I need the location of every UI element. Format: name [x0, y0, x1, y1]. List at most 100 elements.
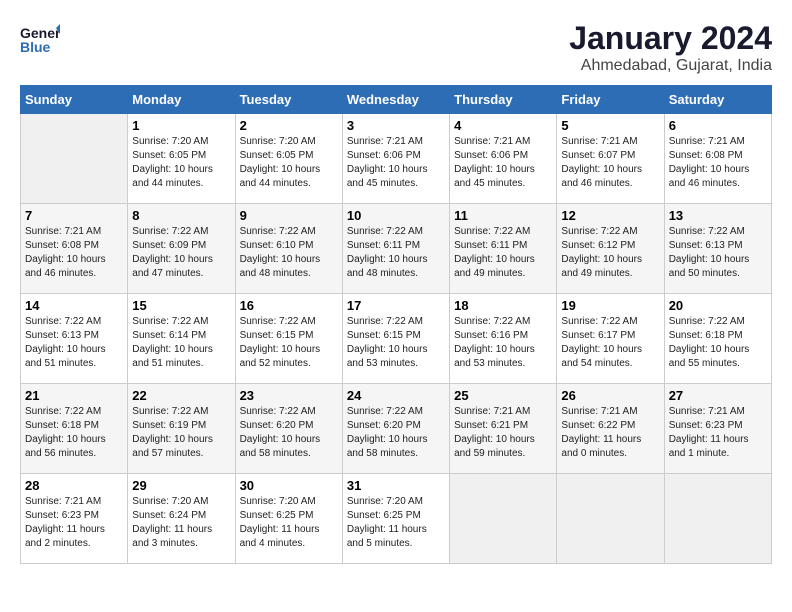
calendar-cell: 26 Sunrise: 7:21 AMSunset: 6:22 PMDayligh… [557, 384, 664, 474]
day-info: Sunrise: 7:22 AMSunset: 6:09 PMDaylight:… [132, 225, 230, 281]
calendar-cell: 21Sunrise: 7:22 AMSunset: 6:18 PMDayligh… [21, 384, 128, 474]
day-number: 12 [561, 208, 659, 223]
col-friday: Friday [557, 86, 664, 114]
col-monday: Monday [128, 86, 235, 114]
day-info: Sunrise: 7:22 AMSunset: 6:13 PMDaylight:… [669, 225, 767, 281]
day-number: 24 [347, 388, 445, 403]
calendar-cell: 14 Sunrise: 7:22 AMSunset: 6:13 PMDayligh… [21, 294, 128, 384]
calendar-cell: 2Sunrise: 7:20 AMSunset: 6:05 PMDaylight… [235, 114, 342, 204]
calendar-week-1: 7Sunrise: 7:21 AMSunset: 6:08 PMDaylight… [21, 204, 772, 294]
calendar-cell: 10 Sunrise: 7:22 AMSunset: 6:11 PMDayligh… [342, 204, 449, 294]
day-number: 19 [561, 298, 659, 313]
day-info: Sunrise: 7:20 AMSunset: 6:24 PMDaylight:… [132, 495, 230, 551]
month-year: January 2024 [569, 20, 772, 57]
calendar-cell [664, 474, 771, 564]
day-number: 25 [454, 388, 552, 403]
header-row: Sunday Monday Tuesday Wednesday Thursday… [21, 86, 772, 114]
day-number: 13 [669, 208, 767, 223]
calendar-cell: 4 Sunrise: 7:21 AMSunset: 6:06 PMDaylight… [450, 114, 557, 204]
day-number: 4 [454, 118, 552, 133]
day-number: 18 [454, 298, 552, 313]
calendar-cell: 16 Sunrise: 7:22 AMSunset: 6:15 PMDayligh… [235, 294, 342, 384]
day-number: 11 [454, 208, 552, 223]
day-number: 2 [240, 118, 338, 133]
calendar-cell: 7Sunrise: 7:21 AMSunset: 6:08 PMDaylight… [21, 204, 128, 294]
day-number: 3 [347, 118, 445, 133]
calendar-cell: 30Sunrise: 7:20 AMSunset: 6:25 PMDayligh… [235, 474, 342, 564]
day-number: 21 [25, 388, 123, 403]
calendar-cell: 17 Sunrise: 7:22 AMSunset: 6:15 PMDayligh… [342, 294, 449, 384]
calendar-cell [557, 474, 664, 564]
calendar-cell: 25Sunrise: 7:21 AMSunset: 6:21 PMDayligh… [450, 384, 557, 474]
day-number: 5 [561, 118, 659, 133]
day-number: 22 [132, 388, 230, 403]
day-info: Sunrise: 7:22 AMSunset: 6:14 PMDaylight:… [132, 315, 230, 371]
day-number: 14 [25, 298, 123, 313]
page-header: General Blue January 2024 Ahmedabad, Guj… [20, 20, 772, 75]
svg-text:Blue: Blue [20, 39, 51, 55]
day-number: 28 [25, 478, 123, 493]
day-info: Sunrise: 7:21 AMSunset: 6:23 PMDaylight:… [669, 405, 767, 461]
calendar-cell: 5 Sunrise: 7:21 AMSunset: 6:07 PMDaylight… [557, 114, 664, 204]
calendar-week-3: 21Sunrise: 7:22 AMSunset: 6:18 PMDayligh… [21, 384, 772, 474]
day-number: 1 [132, 118, 230, 133]
col-tuesday: Tuesday [235, 86, 342, 114]
day-info: Sunrise: 7:22 AMSunset: 6:11 PMDaylight:… [347, 225, 445, 281]
day-number: 16 [240, 298, 338, 313]
calendar-cell: 11 Sunrise: 7:22 AMSunset: 6:11 PMDayligh… [450, 204, 557, 294]
day-number: 10 [347, 208, 445, 223]
calendar-cell: 13 Sunrise: 7:22 AMSunset: 6:13 PMDayligh… [664, 204, 771, 294]
day-number: 9 [240, 208, 338, 223]
calendar-cell: 6 Sunrise: 7:21 AMSunset: 6:08 PMDaylight… [664, 114, 771, 204]
day-number: 29 [132, 478, 230, 493]
day-info: Sunrise: 7:22 AMSunset: 6:16 PMDaylight:… [454, 315, 552, 371]
calendar-cell: 12Sunrise: 7:22 AMSunset: 6:12 PMDayligh… [557, 204, 664, 294]
calendar-table: Sunday Monday Tuesday Wednesday Thursday… [20, 85, 772, 564]
calendar-cell: 3Sunrise: 7:21 AMSunset: 6:06 PMDaylight… [342, 114, 449, 204]
day-info: Sunrise: 7:21 AMSunset: 6:08 PMDaylight:… [669, 135, 767, 191]
title-section: January 2024 Ahmedabad, Gujarat, India [569, 20, 772, 75]
calendar-cell: 23Sunrise: 7:22 AMSunset: 6:20 PMDayligh… [235, 384, 342, 474]
day-number: 26 [561, 388, 659, 403]
calendar-cell: 15 Sunrise: 7:22 AMSunset: 6:14 PMDayligh… [128, 294, 235, 384]
calendar-cell: 28Sunrise: 7:21 AMSunset: 6:23 PMDayligh… [21, 474, 128, 564]
calendar-week-2: 14 Sunrise: 7:22 AMSunset: 6:13 PMDayligh… [21, 294, 772, 384]
day-info: Sunrise: 7:22 AMSunset: 6:13 PMDaylight:… [25, 315, 123, 371]
day-number: 31 [347, 478, 445, 493]
day-info: Sunrise: 7:20 AMSunset: 6:25 PMDaylight:… [240, 495, 338, 551]
day-number: 23 [240, 388, 338, 403]
calendar-cell: 20Sunrise: 7:22 AMSunset: 6:18 PMDayligh… [664, 294, 771, 384]
day-info: Sunrise: 7:21 AMSunset: 6:07 PMDaylight:… [561, 135, 659, 191]
day-info: Sunrise: 7:22 AMSunset: 6:17 PMDaylight:… [561, 315, 659, 371]
calendar-cell: 29 Sunrise: 7:20 AMSunset: 6:24 PMDayligh… [128, 474, 235, 564]
day-info: Sunrise: 7:22 AMSunset: 6:15 PMDaylight:… [347, 315, 445, 371]
calendar-cell: 19 Sunrise: 7:22 AMSunset: 6:17 PMDayligh… [557, 294, 664, 384]
day-number: 17 [347, 298, 445, 313]
col-thursday: Thursday [450, 86, 557, 114]
day-info: Sunrise: 7:22 AMSunset: 6:11 PMDaylight:… [454, 225, 552, 281]
day-info: Sunrise: 7:21 AMSunset: 6:06 PMDaylight:… [454, 135, 552, 191]
logo: General Blue [20, 20, 64, 60]
calendar-cell: 9 Sunrise: 7:22 AMSunset: 6:10 PMDaylight… [235, 204, 342, 294]
day-number: 27 [669, 388, 767, 403]
calendar-cell [450, 474, 557, 564]
col-sunday: Sunday [21, 86, 128, 114]
calendar-cell: 22Sunrise: 7:22 AMSunset: 6:19 PMDayligh… [128, 384, 235, 474]
logo-icon: General Blue [20, 20, 60, 60]
day-info: Sunrise: 7:22 AMSunset: 6:18 PMDaylight:… [669, 315, 767, 371]
calendar-cell: 31 Sunrise: 7:20 AMSunset: 6:25 PMDayligh… [342, 474, 449, 564]
day-info: Sunrise: 7:20 AMSunset: 6:25 PMDaylight:… [347, 495, 445, 551]
calendar-cell: 8 Sunrise: 7:22 AMSunset: 6:09 PMDaylight… [128, 204, 235, 294]
day-number: 6 [669, 118, 767, 133]
location: Ahmedabad, Gujarat, India [569, 57, 772, 75]
day-number: 8 [132, 208, 230, 223]
col-saturday: Saturday [664, 86, 771, 114]
calendar-cell [21, 114, 128, 204]
calendar-week-0: 1Sunrise: 7:20 AMSunset: 6:05 PMDaylight… [21, 114, 772, 204]
calendar-cell: 27 Sunrise: 7:21 AMSunset: 6:23 PMDayligh… [664, 384, 771, 474]
day-number: 15 [132, 298, 230, 313]
day-info: Sunrise: 7:22 AMSunset: 6:15 PMDaylight:… [240, 315, 338, 371]
day-info: Sunrise: 7:22 AMSunset: 6:10 PMDaylight:… [240, 225, 338, 281]
day-info: Sunrise: 7:21 AMSunset: 6:08 PMDaylight:… [25, 225, 123, 281]
day-info: Sunrise: 7:21 AMSunset: 6:22 PMDaylight:… [561, 405, 659, 461]
